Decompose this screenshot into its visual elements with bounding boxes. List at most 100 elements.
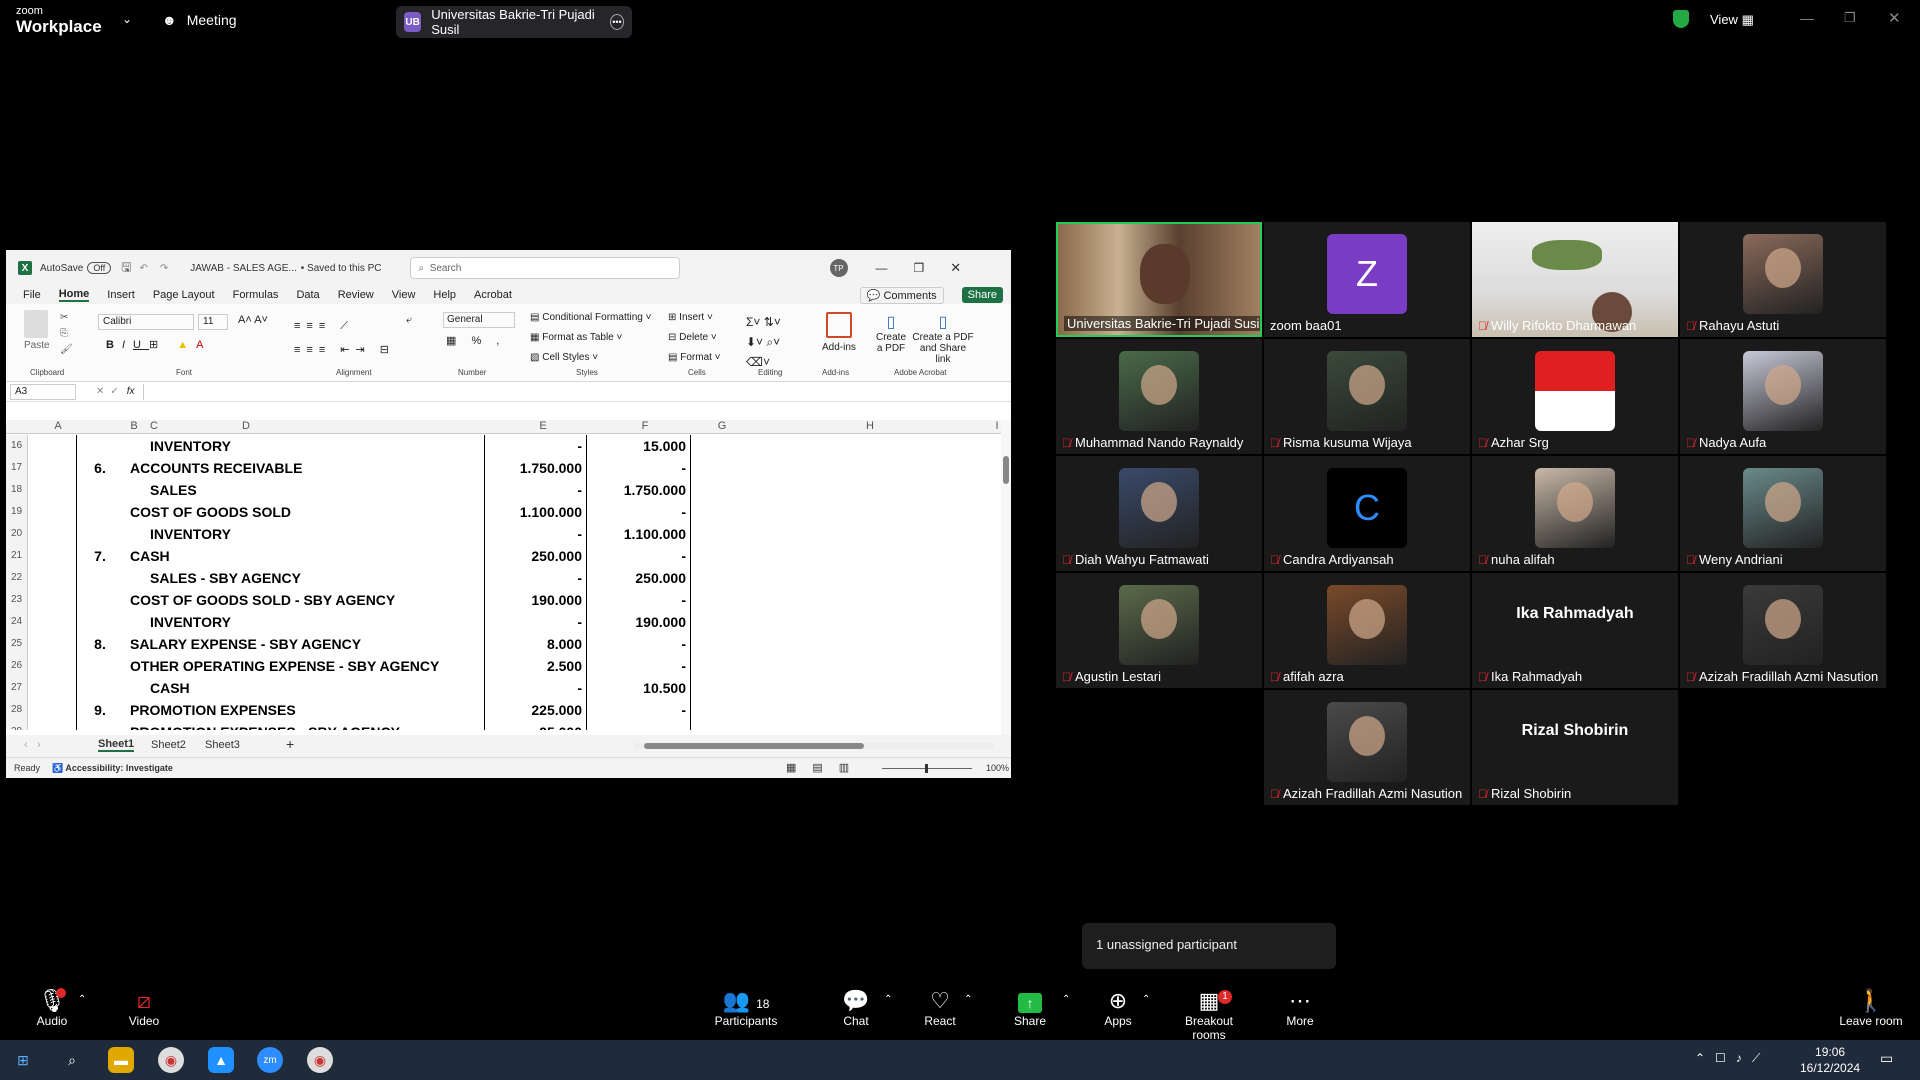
- column-header-cell[interactable]: F: [594, 420, 696, 432]
- participant-tile[interactable]: 🎙̸ Azizah Fradillah Azmi Nasution: [1680, 573, 1886, 688]
- tab-formulas[interactable]: Formulas: [233, 289, 279, 301]
- cell-b[interactable]: [80, 611, 120, 633]
- create-pdf-button[interactable]: ▯ Create a PDF: [874, 312, 908, 354]
- table-row[interactable]: 20 INVENTORY -1.100.000: [6, 523, 1001, 545]
- font-size-select[interactable]: 11: [198, 314, 228, 330]
- cell-d[interactable]: CASH: [150, 677, 190, 699]
- column-header-cell[interactable]: G: [696, 420, 748, 432]
- system-tray-icons[interactable]: ⌃☐♪⟋: [1695, 1051, 1770, 1066]
- sheet-tab-1[interactable]: Sheet1: [98, 738, 135, 752]
- format-cells-button[interactable]: ▤ Format ˅: [668, 352, 721, 363]
- cell-b[interactable]: [80, 589, 120, 611]
- participant-tile[interactable]: 🎙̸ Azhar Srg: [1472, 339, 1678, 454]
- font-size-buttons[interactable]: A˄ A˅: [238, 314, 268, 326]
- cell-d[interactable]: INVENTORY: [150, 523, 231, 545]
- create-pdf-share-button[interactable]: ▯ Create a PDF and Share link: [912, 312, 974, 365]
- file-name[interactable]: JAWAB - SALES AGE...: [190, 263, 297, 274]
- tab-review[interactable]: Review: [338, 289, 374, 301]
- zoom-slider[interactable]: [882, 764, 972, 773]
- host-pill[interactable]: UB Universitas Bakrie-Tri Pujadi Susil •••: [396, 6, 632, 38]
- participant-tile[interactable]: Zzoom baa01: [1264, 222, 1470, 337]
- app-icon[interactable]: ▲: [208, 1047, 234, 1073]
- formula-input[interactable]: [142, 383, 1011, 400]
- participant-tile[interactable]: C 🎙̸ Candra Ardiyansah: [1264, 456, 1470, 571]
- restore-button[interactable]: ❐: [914, 261, 925, 275]
- chrome-icon[interactable]: ◉: [307, 1047, 333, 1073]
- row-number[interactable]: 27: [6, 677, 28, 699]
- participants-button[interactable]: 👥 18 Participants: [706, 988, 786, 1028]
- participant-tile[interactable]: 🎙̸ Risma kusuma Wijaya: [1264, 339, 1470, 454]
- cell-f[interactable]: -: [588, 457, 686, 479]
- table-row[interactable]: 18 SALES -1.750.000: [6, 479, 1001, 501]
- row-number[interactable]: 17: [6, 457, 28, 479]
- cell-d[interactable]: OTHER OPERATING EXPENSE - SBY AGENCY: [130, 655, 439, 677]
- cell-b[interactable]: [80, 479, 120, 501]
- cancel-icon[interactable]: ✕: [96, 386, 104, 397]
- autosave-toggle[interactable]: Off: [87, 262, 112, 274]
- cell-e[interactable]: 190.000: [486, 589, 582, 611]
- table-row[interactable]: 21 7. CASH 250.000-: [6, 545, 1001, 567]
- cell-d[interactable]: SALES - SBY AGENCY: [150, 567, 301, 589]
- cell-e[interactable]: -: [486, 677, 582, 699]
- paste-icon[interactable]: [24, 310, 48, 338]
- undo-icon[interactable]: ↶: [139, 263, 147, 274]
- participant-tile[interactable]: Rizal Shobirin 🎙̸ Rizal Shobirin: [1472, 690, 1678, 805]
- cell-d[interactable]: PROMOTION EXPENSES: [130, 699, 296, 721]
- cell-d[interactable]: SALES: [150, 479, 197, 501]
- more-button[interactable]: ⋯ More: [1260, 988, 1340, 1028]
- cell-e[interactable]: 8.000: [486, 633, 582, 655]
- windows-start-icon[interactable]: ⊞: [10, 1047, 36, 1073]
- cell-f[interactable]: -: [588, 501, 686, 523]
- table-row[interactable]: 25 8. SALARY EXPENSE - SBY AGENCY 8.000-: [6, 633, 1001, 655]
- cell-b[interactable]: [80, 567, 120, 589]
- row-number[interactable]: 20: [6, 523, 28, 545]
- table-row[interactable]: 17 6. ACCOUNTS RECEIVABLE 1.750.000-: [6, 457, 1001, 479]
- cell-b[interactable]: [80, 655, 120, 677]
- cell-f[interactable]: 1.750.000: [588, 479, 686, 501]
- file-explorer-icon[interactable]: ▬: [108, 1047, 134, 1073]
- row-number[interactable]: 28: [6, 699, 28, 721]
- horizontal-scrollbar[interactable]: [634, 743, 994, 749]
- chevron-down-icon[interactable]: ⌄: [122, 12, 132, 26]
- tab-insert[interactable]: Insert: [107, 289, 135, 301]
- zoom-taskbar-icon[interactable]: zm: [257, 1047, 283, 1073]
- participant-tile[interactable]: 🎙̸ Weny Andriani: [1680, 456, 1886, 571]
- cell-f[interactable]: 190.000: [588, 611, 686, 633]
- cell-f[interactable]: 250.000: [588, 567, 686, 589]
- row-number[interactable]: 24: [6, 611, 28, 633]
- cell-b[interactable]: 8.: [80, 633, 120, 655]
- table-row[interactable]: 29 PROMOTION EXPENSES - SBY AGENCY 25.000-: [6, 721, 1001, 730]
- search-input[interactable]: ⌕ Search: [409, 257, 680, 279]
- cell-b[interactable]: [80, 677, 120, 699]
- cell-f[interactable]: -: [588, 721, 686, 730]
- cell-e[interactable]: 2.500: [486, 655, 582, 677]
- cell-d[interactable]: CASH: [130, 545, 170, 567]
- column-header-cell[interactable]: I: [992, 420, 1001, 432]
- row-number[interactable]: 25: [6, 633, 28, 655]
- tab-view[interactable]: View: [392, 289, 416, 301]
- scrollbar-thumb[interactable]: [1003, 456, 1009, 484]
- cell-f[interactable]: 15.000: [588, 435, 686, 457]
- react-options-chevron[interactable]: ⌃: [964, 994, 972, 1005]
- chat-options-chevron[interactable]: ⌃: [884, 994, 892, 1005]
- column-header-cell[interactable]: H: [748, 420, 992, 432]
- name-box[interactable]: A3: [10, 383, 76, 400]
- row-number[interactable]: 19: [6, 501, 28, 523]
- fx-button[interactable]: fx: [127, 386, 135, 397]
- chrome-icon[interactable]: ◉: [158, 1047, 184, 1073]
- cell-f[interactable]: -: [588, 633, 686, 655]
- cell-d[interactable]: INVENTORY: [150, 611, 231, 633]
- cell-f[interactable]: -: [588, 699, 686, 721]
- redo-icon[interactable]: ↷: [160, 263, 168, 274]
- tab-data[interactable]: Data: [296, 289, 319, 301]
- row-number[interactable]: 18: [6, 479, 28, 501]
- participant-tile[interactable]: 🎙̸ Agustin Lestari: [1056, 573, 1262, 688]
- table-row[interactable]: 16 INVENTORY -15.000: [6, 435, 1001, 457]
- alignment-buttons[interactable]: ≡≡≡ ⟋ ≡≡≡ ⇤⇥ ⊟: [294, 314, 395, 362]
- row-number[interactable]: 16: [6, 435, 28, 457]
- column-header-cell[interactable]: A: [32, 420, 84, 432]
- delete-cells-button[interactable]: ⊟ Delete ˅: [668, 332, 717, 343]
- add-sheet-button[interactable]: +: [286, 736, 294, 752]
- cell-styles-button[interactable]: ▧ Cell Styles ˅: [530, 352, 598, 363]
- cell-d[interactable]: INVENTORY: [150, 435, 231, 457]
